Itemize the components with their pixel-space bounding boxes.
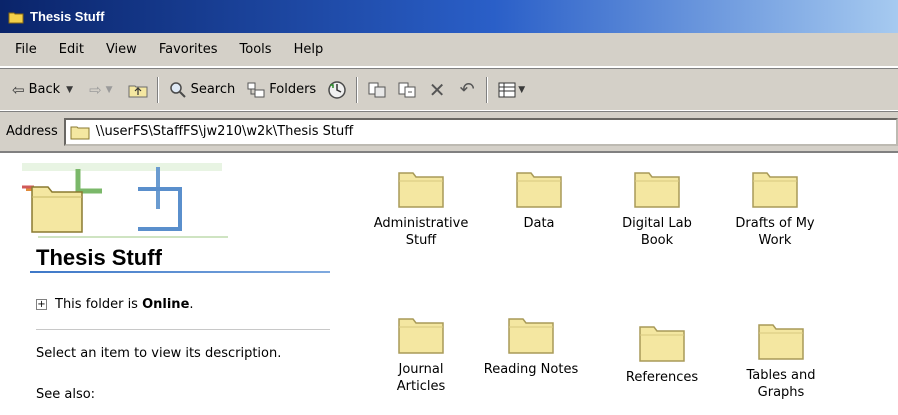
up-folder-button[interactable] [123,76,153,104]
online-prefix: This folder is [55,297,143,312]
menu-edit[interactable]: Edit [48,42,95,57]
address-bar: Address \\userFS\StaffFS\jw210\w2k\Thesi… [0,111,898,151]
back-label: Back [28,82,61,97]
move-to-button[interactable] [362,76,392,104]
folder-label: Drafts of My Work [735,216,815,248]
undo-button[interactable]: ↶ [452,76,482,104]
folder-label: Administrative Stuff [373,216,469,248]
move-to-icon [368,82,386,97]
chevron-down-icon: ▼ [105,84,113,95]
pane-title: Thesis Stuff [36,245,162,270]
address-value: \\userFS\StaffFS\jw210\w2k\Thesis Stuff [95,124,354,139]
chevron-down-icon: ▼ [518,84,526,95]
folder-label: References [625,370,699,385]
folder-item-administrative-stuff[interactable]: Administrative Stuff [362,167,480,249]
see-also-label: See also: [36,387,96,402]
history-button[interactable] [322,76,352,104]
views-button[interactable]: ▼ [492,76,535,104]
up-folder-icon [128,85,148,97]
expand-icon[interactable]: + [36,299,47,310]
undo-icon: ↶ [459,79,475,100]
folder-icon [70,126,90,139]
menu-bar: File Edit View Favorites Tools Help [0,33,898,67]
menu-view[interactable]: View [95,42,148,57]
folders-button[interactable]: Folders [241,76,322,104]
menu-tools[interactable]: Tools [229,42,283,57]
online-status: Online [142,297,190,312]
folders-label: Folders [269,82,317,97]
folder-icon [508,318,554,354]
folder-item-digital-lab-book[interactable]: Digital Lab Book [598,167,716,249]
folder-label: Data [523,216,555,231]
toolbar-separator [486,76,489,103]
online-status-row[interactable]: + This folder is Online. [36,297,194,312]
folder-icon [634,172,680,208]
folder-label: Journal Articles [396,362,446,394]
task-pane: Thesis Stuff + This folder is Online. Se… [0,153,345,415]
folder-label: Reading Notes [483,362,579,377]
folder-icon [639,326,685,362]
search-icon [169,81,186,98]
window-titlebar[interactable]: Thesis Stuff [0,0,898,33]
history-icon [328,80,346,99]
folder-icon [752,172,798,208]
folder-banner-icon [22,163,228,238]
folder-item-references[interactable]: References [603,321,721,386]
menu-favorites[interactable]: Favorites [148,42,229,57]
folder-icon [516,172,562,208]
folder-item-reading-notes[interactable]: Reading Notes [472,313,590,378]
folder-label: Digital Lab Book [622,216,692,248]
views-icon [498,82,516,97]
address-input[interactable]: \\userFS\StaffFS\jw210\w2k\Thesis Stuff [63,117,898,146]
folder-content-area: Thesis Stuff + This folder is Online. Se… [0,151,898,415]
copy-to-icon [398,82,416,97]
folder-icon [758,324,804,360]
back-arrow-icon: ⇦ [12,80,25,99]
divider [36,329,330,330]
menu-file[interactable]: File [4,42,48,57]
search-button[interactable]: Search [163,76,242,104]
delete-button[interactable]: ✕ [422,76,452,104]
description-text: Select an item to view its description. [36,346,282,361]
forward-button[interactable]: ⇨ ▼ [83,76,123,104]
folders-tree-icon [247,82,265,97]
search-label: Search [190,82,236,97]
chevron-down-icon: ▼ [66,84,74,95]
delete-icon: ✕ [428,77,446,102]
copy-to-button[interactable] [392,76,422,104]
toolbar-separator [156,76,159,103]
address-label: Address [6,124,58,139]
folder-item-journal-articles[interactable]: Journal Articles [362,313,480,395]
folder-item-tables-and-graphs[interactable]: Tables and Graphs [722,319,840,401]
toolbar-separator [356,76,359,103]
window-title: Thesis Stuff [30,9,105,24]
folder-label: Tables and Graphs [746,368,816,400]
folder-item-data[interactable]: Data [480,167,598,232]
folder-icon [398,318,444,354]
folder-icon [8,12,24,23]
standard-toolbar: ⇦ Back ▼ ⇨ ▼ Search Folders ✕ ↶ ▼ [0,68,898,110]
back-button[interactable]: ⇦ Back ▼ [6,76,83,104]
folder-icon [398,172,444,208]
online-suffix: . [189,297,194,312]
menu-help[interactable]: Help [283,42,335,57]
folder-item-drafts-of-my-work[interactable]: Drafts of My Work [716,167,834,249]
pane-title-divider [30,271,330,273]
forward-arrow-icon: ⇨ [89,80,102,99]
